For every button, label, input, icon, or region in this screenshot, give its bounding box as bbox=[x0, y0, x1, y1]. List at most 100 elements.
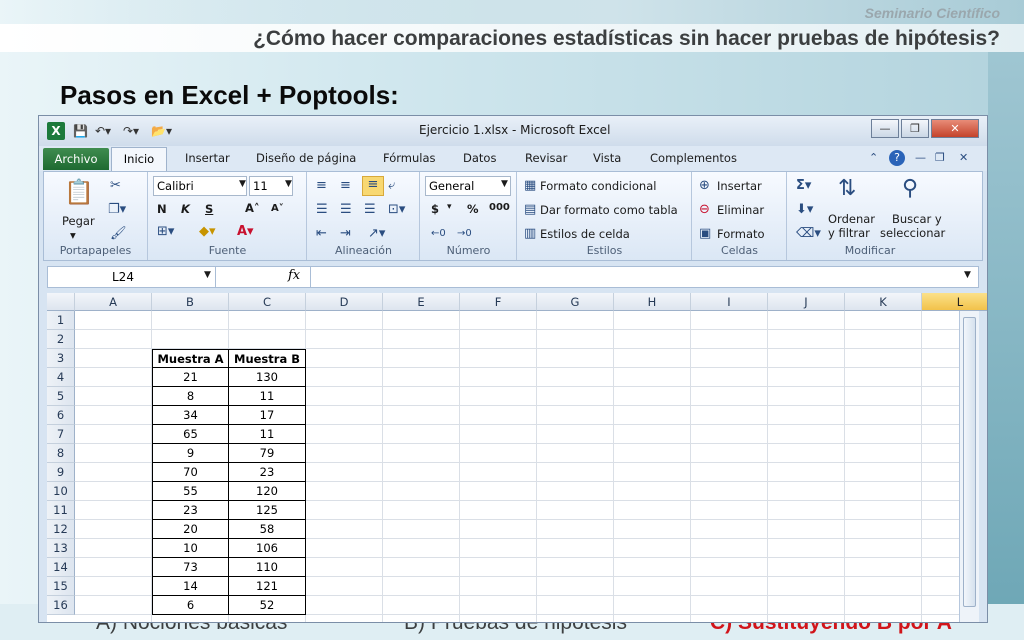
cell-muestra-a[interactable]: 21 bbox=[152, 367, 229, 387]
cell-muestra-b[interactable]: 52 bbox=[228, 595, 306, 615]
column-header-e[interactable]: E bbox=[383, 293, 460, 311]
align-center-icon[interactable]: ☰ bbox=[340, 202, 352, 218]
percent-button[interactable]: % bbox=[467, 202, 479, 216]
align-left-icon[interactable]: ☰ bbox=[316, 202, 328, 218]
autosum-icon[interactable]: Σ▾ bbox=[796, 178, 811, 194]
cell-muestra-b[interactable]: 11 bbox=[228, 386, 306, 406]
chevron-down-icon[interactable]: ▼ bbox=[204, 270, 211, 280]
restore-button[interactable]: ❐ bbox=[901, 119, 929, 138]
cell-muestra-b[interactable]: 23 bbox=[228, 462, 306, 482]
column-header-h[interactable]: H bbox=[614, 293, 691, 311]
sort-filter-button[interactable]: Ordenar bbox=[828, 212, 875, 226]
row-header-6[interactable]: 6 bbox=[47, 406, 75, 425]
align-top-icon[interactable]: ≡ bbox=[316, 178, 327, 194]
thousands-button[interactable]: 000 bbox=[489, 202, 510, 213]
orientation-icon[interactable]: ↗▾ bbox=[368, 226, 385, 242]
row-header-12[interactable]: 12 bbox=[47, 520, 75, 539]
copy-icon[interactable]: ❐▾ bbox=[108, 202, 126, 218]
bold-button[interactable]: N bbox=[157, 202, 167, 216]
column-header-d[interactable]: D bbox=[306, 293, 383, 311]
row-header-15[interactable]: 15 bbox=[47, 577, 75, 596]
shrink-font-button[interactable]: A˅ bbox=[271, 203, 284, 214]
window-close-icon[interactable]: ✕ bbox=[959, 151, 968, 164]
collapse-ribbon-icon[interactable]: ⌃ bbox=[869, 151, 878, 164]
tab-formulas[interactable]: Fórmulas bbox=[383, 151, 436, 165]
cell-muestra-a[interactable]: 70 bbox=[152, 462, 229, 482]
paste-dropdown-icon[interactable]: ▾ bbox=[70, 228, 76, 242]
cell-muestra-a[interactable]: 8 bbox=[152, 386, 229, 406]
increase-decimal-icon[interactable]: ←0 bbox=[431, 226, 446, 242]
column-header-a[interactable]: A bbox=[75, 293, 152, 311]
sort-filter-button-line2[interactable]: y filtrar bbox=[828, 226, 870, 240]
format-table-icon[interactable]: ▤ bbox=[524, 202, 536, 218]
underline-button[interactable]: S bbox=[205, 202, 213, 216]
name-box[interactable]: L24 bbox=[48, 267, 216, 287]
cell-muestra-a[interactable]: 34 bbox=[152, 405, 229, 425]
cell-muestra-b[interactable]: 58 bbox=[228, 519, 306, 539]
row-header-7[interactable]: 7 bbox=[47, 425, 75, 444]
cell-muestra-b[interactable]: 110 bbox=[228, 557, 306, 577]
cell-muestra-b[interactable]: 106 bbox=[228, 538, 306, 558]
save-icon[interactable]: 💾 bbox=[73, 122, 88, 140]
column-header-f[interactable]: F bbox=[460, 293, 537, 311]
binoculars-icon[interactable]: ⚲ bbox=[902, 176, 918, 202]
row-header-5[interactable]: 5 bbox=[47, 387, 75, 406]
tab-revisar[interactable]: Revisar bbox=[525, 151, 567, 165]
row-header-10[interactable]: 10 bbox=[47, 482, 75, 501]
align-right-icon[interactable]: ☰ bbox=[364, 202, 376, 218]
decrease-decimal-icon[interactable]: →0 bbox=[457, 226, 472, 242]
chevron-down-icon[interactable]: ▼ bbox=[501, 179, 508, 189]
excel-logo-icon[interactable]: X bbox=[47, 122, 65, 140]
font-name-select[interactable]: Calibri bbox=[153, 176, 247, 196]
window-minimize-icon[interactable]: — bbox=[915, 151, 926, 164]
decrease-indent-icon[interactable]: ⇤ bbox=[316, 226, 327, 242]
align-bottom-icon[interactable]: ≡ bbox=[362, 176, 384, 196]
cell-muestra-b[interactable]: 79 bbox=[228, 443, 306, 463]
tab-complementos[interactable]: Complementos bbox=[650, 151, 737, 165]
cell-muestra-b[interactable]: 130 bbox=[228, 367, 306, 387]
vertical-scrollbar[interactable]: ▲ bbox=[959, 293, 979, 622]
paste-label[interactable]: Pegar bbox=[62, 214, 95, 228]
column-header-l[interactable]: L bbox=[922, 293, 987, 311]
grow-font-button[interactable]: A˄ bbox=[245, 201, 260, 215]
row-header-3[interactable]: 3 bbox=[47, 349, 75, 368]
find-select-button[interactable]: Buscar y bbox=[892, 212, 942, 226]
expand-formula-icon[interactable]: ▼ bbox=[964, 270, 971, 280]
column-header-j[interactable]: J bbox=[768, 293, 845, 311]
clear-icon[interactable]: ⌫▾ bbox=[796, 226, 821, 242]
cell-muestra-a[interactable]: 6 bbox=[152, 595, 229, 615]
cell-styles-icon[interactable]: ▥ bbox=[524, 226, 536, 242]
format-table-button[interactable]: Dar formato como tabla bbox=[540, 203, 678, 217]
open-folder-icon[interactable]: 📂▾ bbox=[151, 122, 172, 140]
borders-icon[interactable]: ⊞▾ bbox=[157, 224, 174, 240]
select-all-corner[interactable] bbox=[47, 293, 75, 311]
cell-muestra-a[interactable]: 20 bbox=[152, 519, 229, 539]
font-color-icon[interactable]: A▾ bbox=[237, 224, 254, 240]
cell-muestra-a[interactable]: 14 bbox=[152, 576, 229, 596]
insert-cells-icon[interactable]: ⊕ bbox=[699, 178, 710, 194]
cut-icon[interactable]: ✂ bbox=[110, 178, 121, 194]
tab-vista[interactable]: Vista bbox=[593, 151, 621, 165]
cell-muestra-a[interactable]: 73 bbox=[152, 557, 229, 577]
tab-insertar[interactable]: Insertar bbox=[185, 151, 230, 165]
row-header-9[interactable]: 9 bbox=[47, 463, 75, 482]
window-restore-icon[interactable]: ❐ bbox=[935, 151, 945, 164]
cell-muestra-a[interactable]: 65 bbox=[152, 424, 229, 444]
cell-muestra-a[interactable]: 10 bbox=[152, 538, 229, 558]
tab-archivo[interactable]: Archivo bbox=[43, 148, 109, 170]
row-header-13[interactable]: 13 bbox=[47, 539, 75, 558]
cell-muestra-b[interactable]: 125 bbox=[228, 500, 306, 520]
redo-icon[interactable]: ↷▾ bbox=[123, 122, 139, 140]
row-header-14[interactable]: 14 bbox=[47, 558, 75, 577]
format-painter-icon[interactable]: 🖌 bbox=[110, 226, 127, 242]
row-header-2[interactable]: 2 bbox=[47, 330, 75, 349]
fill-color-icon[interactable]: ◆▾ bbox=[199, 224, 216, 240]
paste-icon[interactable]: 📋 bbox=[64, 178, 94, 206]
help-icon[interactable]: ? bbox=[889, 150, 905, 166]
cell-muestra-a[interactable]: 9 bbox=[152, 443, 229, 463]
cell-styles-button[interactable]: Estilos de celda bbox=[540, 227, 630, 241]
format-cells-icon[interactable]: ▣ bbox=[699, 226, 711, 242]
column-header-g[interactable]: G bbox=[537, 293, 614, 311]
chevron-down-icon[interactable]: ▼ bbox=[239, 179, 246, 189]
cell-muestra-b[interactable]: 11 bbox=[228, 424, 306, 444]
